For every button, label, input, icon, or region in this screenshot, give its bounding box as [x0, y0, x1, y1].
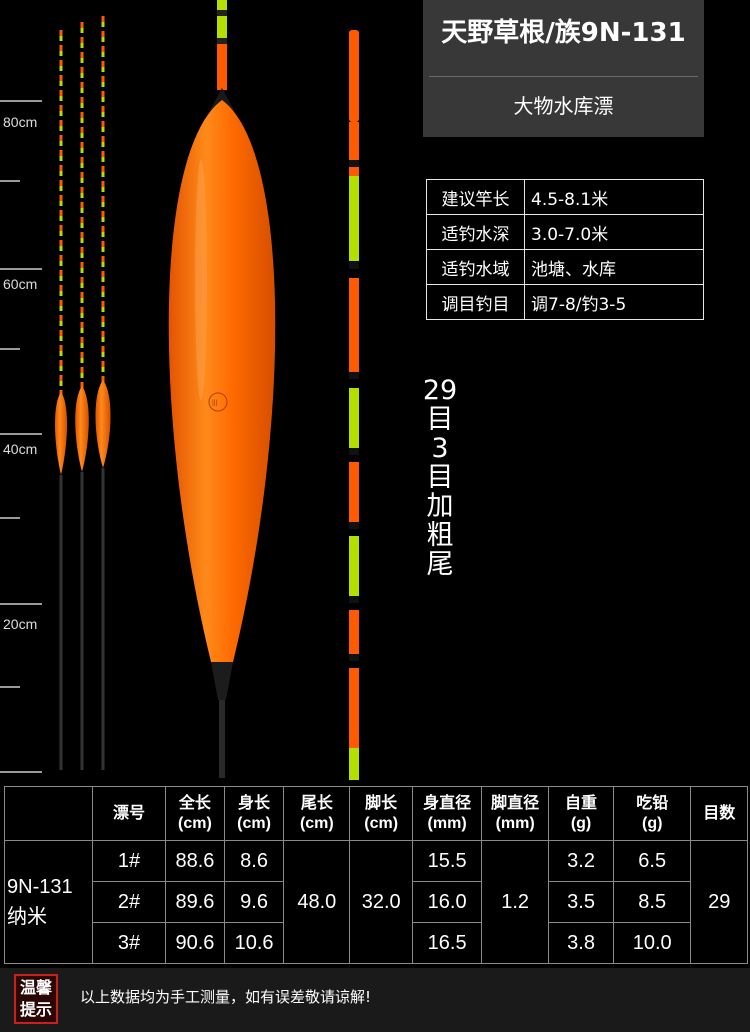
cell-total: 89.6 — [165, 881, 225, 923]
header-cell: 全长 (cm) — [165, 786, 225, 841]
cell-diameter: 16.5 — [412, 922, 483, 964]
cell-body: 10.6 — [223, 922, 285, 964]
spec-key: 建议竿长 — [426, 179, 525, 215]
cell-lead: 10.0 — [612, 922, 692, 964]
cell-no: 3# — [91, 922, 167, 964]
product-title-panel: 天野草根/族9N-131 大物水库漂 — [423, 0, 704, 137]
spec-row: 调目钓目 调7-8/钓3-5 — [426, 284, 704, 320]
tail-description-vertical: 29 目 3 目 加 粗 尾 — [420, 376, 460, 579]
tail-char: 目 — [426, 404, 454, 435]
header-cell: 目数 — [690, 786, 748, 841]
small-float-2 — [75, 22, 89, 770]
header-cell: 吃铅 (g) — [612, 786, 692, 841]
cell-total: 88.6 — [165, 840, 225, 882]
spec-key: 调目钓目 — [426, 284, 525, 320]
tail-char: 3 — [431, 433, 449, 464]
tail-char: 目 — [426, 462, 454, 493]
product-subtitle: 大物水库漂 — [513, 94, 614, 118]
tail-char: 加 — [426, 491, 454, 522]
cell-foot-diameter: 1.2 — [481, 840, 550, 964]
cell-diameter: 15.5 — [412, 840, 483, 882]
tail-char: 尾 — [426, 549, 454, 580]
table-row: 9N-131 纳米 1# 88.6 8.6 48.0 32.0 15.5 1.2 … — [4, 840, 748, 964]
small-float-1 — [54, 30, 68, 770]
header-cell: 脚长 (cm) — [349, 786, 414, 841]
small-float-3 — [95, 16, 111, 770]
cell-body: 8.6 — [223, 840, 285, 882]
thick-tail-closeup — [349, 30, 359, 780]
spec-value: 3.0-7.0米 — [524, 214, 704, 250]
cell-no: 1# — [91, 840, 167, 882]
cell-weight: 3.8 — [548, 922, 614, 964]
cell-lead: 8.5 — [612, 881, 692, 923]
notice-badge: 温馨 提示 — [14, 974, 58, 1024]
large-float: ꔖ — [168, 0, 276, 778]
spec-row: 适钓水域 池塘、水库 — [426, 249, 704, 285]
header-cell: 身长 (cm) — [223, 786, 285, 841]
spec-key: 适钓水域 — [426, 249, 525, 285]
cell-weight: 3.5 — [548, 881, 614, 923]
cell-weight: 3.2 — [548, 840, 614, 882]
disclaimer-text: 以上数据均为手工测量，如有误差敬请谅解! — [80, 988, 372, 1006]
spec-value: 池塘、水库 — [524, 249, 704, 285]
spec-key: 适钓水深 — [426, 214, 525, 250]
header-cell: 尾长 (cm) — [283, 786, 351, 841]
header-cell: 身直径 (mm) — [412, 786, 483, 841]
model-cell: 9N-131 纳米 — [4, 840, 93, 964]
spec-row: 建议竿长 4.5-8.1米 — [426, 179, 704, 215]
float-illustration: ꔖ — [54, 0, 359, 780]
cell-lead: 6.5 — [612, 840, 692, 882]
disclaimer-bar: 温馨 提示 以上数据均为手工测量，如有误差敬请谅解! — [0, 968, 750, 1032]
spec-table: 建议竿长 4.5-8.1米 适钓水深 3.0-7.0米 适钓水域 池塘、水库 调… — [426, 179, 704, 320]
cell-marks: 29 — [690, 840, 748, 964]
cell-body: 9.6 — [223, 881, 285, 923]
spec-value: 4.5-8.1米 — [524, 179, 704, 215]
svg-text:ꔖ: ꔖ — [212, 399, 217, 409]
header-cell: 脚直径 (mm) — [481, 786, 550, 841]
table-header-row: 漂号 全长 (cm) 身长 (cm) 尾长 (cm) 脚长 (cm) 身直径 (mm) 脚… — [4, 786, 748, 841]
cell-total: 90.6 — [165, 922, 225, 964]
product-title: 天野草根/族9N-131 — [441, 18, 686, 48]
header-cell: 自重 (g) — [548, 786, 614, 841]
title-divider — [429, 76, 698, 77]
dimension-table: 漂号 全长 (cm) 身长 (cm) 尾长 (cm) 脚长 (cm) 身直径 (mm) 脚… — [4, 786, 748, 964]
header-cell: 漂号 — [91, 786, 167, 841]
spec-row: 适钓水深 3.0-7.0米 — [426, 214, 704, 250]
cell-diameter: 16.0 — [412, 881, 483, 923]
cell-foot-length: 32.0 — [349, 840, 414, 964]
header-blank — [4, 786, 93, 841]
tail-char: 粗 — [426, 520, 454, 551]
cell-no: 2# — [91, 881, 167, 923]
tail-char: 29 — [422, 375, 458, 406]
cell-tail-length: 48.0 — [283, 840, 351, 964]
spec-value: 调7-8/钓3-5 — [524, 284, 704, 320]
